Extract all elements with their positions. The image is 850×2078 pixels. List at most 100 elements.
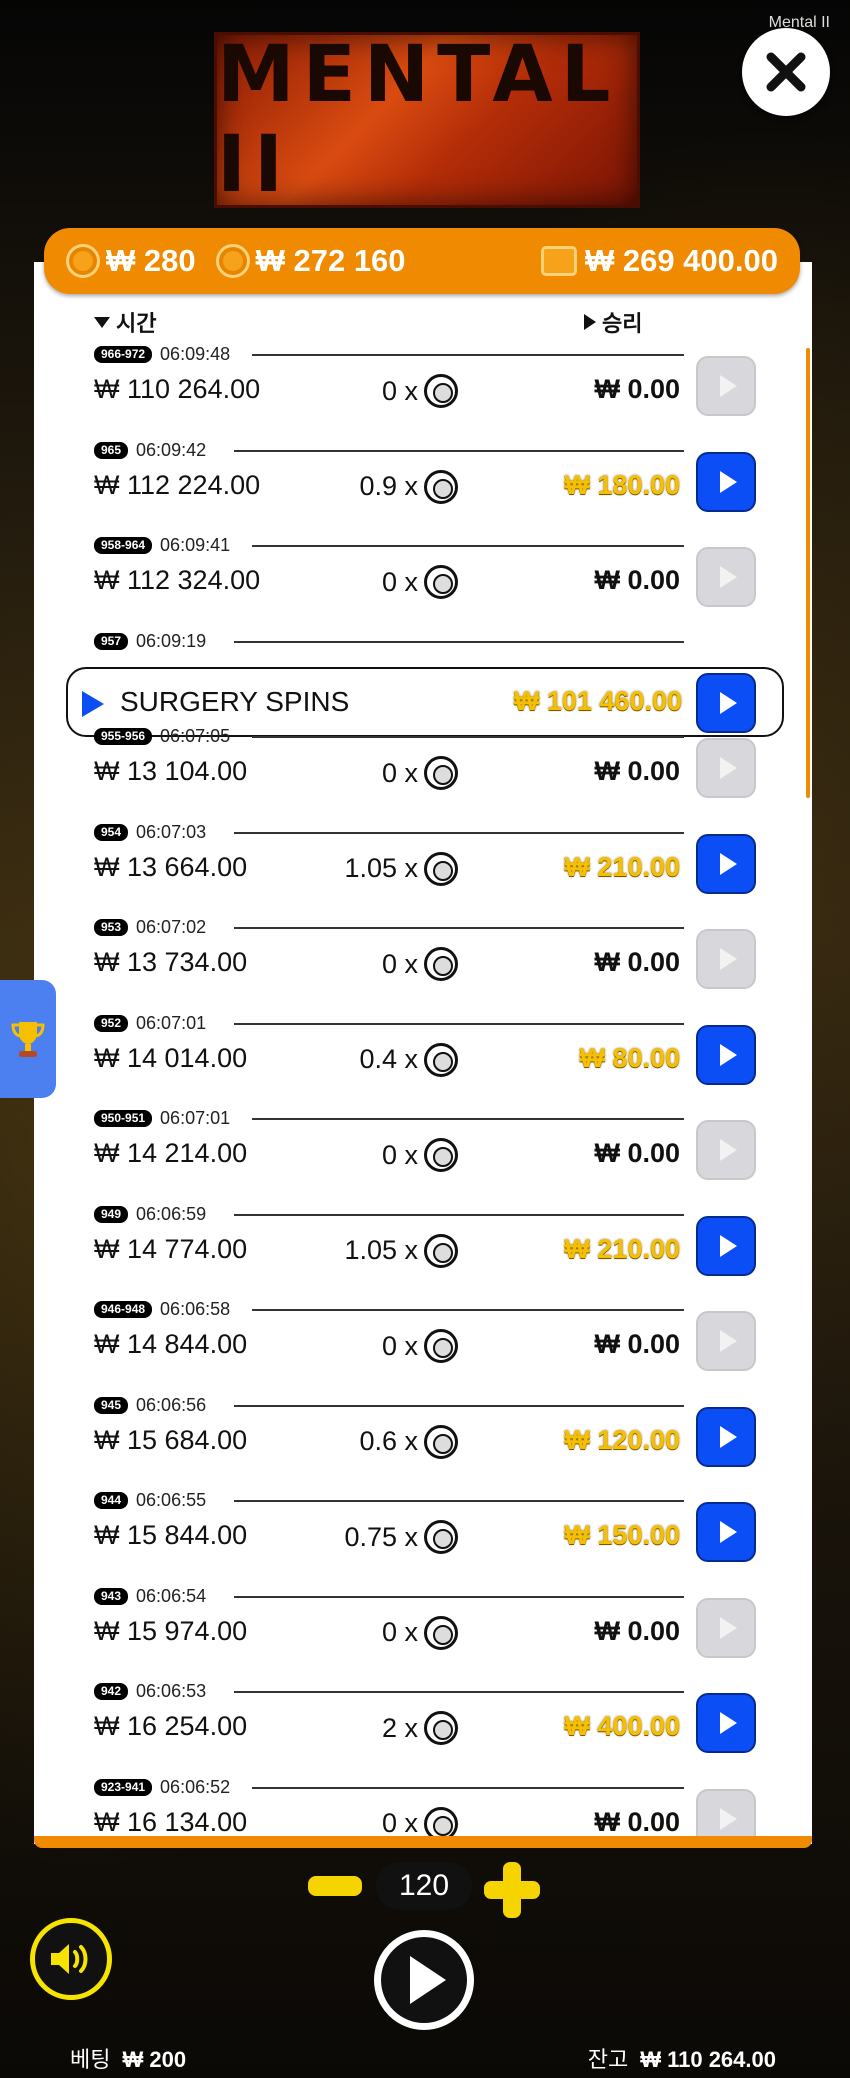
coin-icon [424, 565, 458, 599]
row-divider [252, 1786, 684, 1789]
round-balance: ₩ 16 254.00 [94, 1711, 248, 1741]
multiplier-value: 0 x [381, 1808, 418, 1836]
round-multiplier: 0 x [382, 947, 458, 981]
replay-button[interactable] [696, 451, 756, 512]
history-row: 945 06:06:56 ₩ 15 684.00 0.6 x ₩ 120.00 [34, 1391, 812, 1487]
round-time: 06:07:05 [160, 726, 231, 746]
replay-button[interactable] [696, 1406, 756, 1467]
round-id-badge: 923-941 [94, 1778, 153, 1796]
play-icon [719, 852, 737, 875]
row-divider [234, 1691, 684, 1693]
trophy-tab[interactable] [0, 980, 56, 1098]
bet-value: ₩ 200 [122, 2047, 187, 2072]
history-topbar: ₩ 280 ₩ 272 160 ₩ 269 400.00 [44, 228, 800, 294]
spin-button[interactable] [374, 1930, 474, 2030]
round-win: ₩ 101 460.00 [513, 685, 682, 716]
row-divider [234, 1404, 684, 1407]
round-id-badge: 946-948 [94, 1301, 153, 1318]
history-row: 952 06:07:01 ₩ 14 014.00 0.4 x ₩ 80.00 [34, 1009, 812, 1105]
round-multiplier: 1.05 x [344, 1233, 458, 1268]
close-button[interactable] [742, 28, 830, 116]
time-header-label: 시간 [116, 311, 157, 336]
history-row: 942 06:06:53 ₩ 16 254.00 2 x ₩ 400.00 [34, 1677, 812, 1773]
replay-button[interactable] [696, 1693, 756, 1753]
replay-button[interactable] [696, 1788, 756, 1836]
replay-button[interactable] [696, 1024, 756, 1085]
win-header-label: 승리 [602, 311, 643, 336]
round-balance: ₩ 13 664.00 [94, 851, 248, 882]
row-meta: 949 06:06:59 [94, 1204, 206, 1225]
round-multiplier: 0 x [382, 374, 458, 408]
play-icon [719, 1712, 737, 1734]
replay-button[interactable] [696, 1597, 756, 1658]
coin-icon [424, 756, 458, 790]
history-row: 965 06:09:42 ₩ 112 224.00 0.9 x ₩ 180.00 [34, 436, 812, 532]
round-multiplier: 0 x [382, 756, 458, 790]
replay-button[interactable] [696, 1502, 756, 1562]
row-meta: 953 06:07:02 [94, 917, 206, 938]
stake-minus-button[interactable] [308, 1876, 362, 1896]
column-headers: 시간 승리 [94, 306, 694, 336]
coin-icon [424, 469, 458, 504]
round-id-badge: 949 [94, 1205, 129, 1223]
multiplier-value: 0.6 x [359, 1426, 418, 1456]
history-row: 966-972 06:09:48 ₩ 110 264.00 0 x ₩ 0.00 [34, 340, 812, 436]
coin-icon [424, 947, 458, 981]
row-meta: 965 06:09:42 [94, 440, 206, 461]
coin-icon [424, 851, 458, 886]
row-divider [252, 545, 684, 547]
multiplier-value: 0 x [381, 757, 418, 788]
play-icon [719, 1616, 737, 1639]
scrollbar[interactable] [806, 348, 810, 798]
expand-icon [82, 690, 104, 717]
history-row: 955-956 06:07:05 ₩ 13 104.00 0 x ₩ 0.00 [34, 722, 812, 818]
history-row: 946-948 06:06:58 ₩ 14 844.00 0 x ₩ 0.00 [34, 1295, 812, 1391]
sort-down-icon [94, 316, 110, 328]
round-balance: ₩ 13 104.00 [94, 756, 248, 786]
replay-button[interactable] [696, 929, 756, 989]
round-multiplier: 0.75 x [344, 1520, 458, 1554]
round-id-badge: 966-972 [94, 346, 153, 363]
replay-button[interactable] [696, 1120, 756, 1180]
replay-button[interactable] [696, 356, 756, 416]
coin-icon [424, 1042, 458, 1077]
sound-button[interactable] [30, 1918, 112, 2000]
replay-button[interactable] [696, 738, 756, 798]
round-time: 06:09:19 [136, 630, 207, 651]
panel-bottom-bar [34, 1836, 812, 1848]
win-sort-header[interactable]: 승리 [584, 306, 642, 338]
coin-icon [424, 1138, 458, 1172]
history-row: 944 06:06:55 ₩ 15 844.00 0.75 x ₩ 150.00 [34, 1486, 812, 1582]
round-time: 06:09:42 [136, 439, 207, 460]
round-time: 06:06:54 [136, 1585, 207, 1606]
total-value: ₩ 272 160 [255, 243, 406, 278]
multiplier-value: 0 x [381, 375, 418, 406]
coin-icon [424, 1711, 458, 1745]
round-id-badge: 953 [94, 919, 129, 936]
multiplier-value: 1.05 x [344, 853, 418, 883]
round-id-badge: 950-951 [94, 1110, 153, 1127]
row-divider [234, 1022, 684, 1025]
multiplier-value: 0 x [381, 948, 418, 979]
round-win: ₩ 180.00 [564, 469, 680, 500]
wallet-icon [540, 246, 577, 276]
round-balance: ₩ 14 214.00 [94, 1138, 248, 1168]
round-multiplier: 0 x [381, 1806, 458, 1836]
round-balance: ₩ 14 014.00 [94, 1042, 248, 1073]
stake-plus-button[interactable] [484, 1862, 540, 1918]
close-icon [766, 52, 806, 92]
row-divider [234, 1500, 684, 1502]
round-win: ₩ 0.00 [594, 374, 680, 404]
history-list[interactable]: 966-972 06:09:48 ₩ 110 264.00 0 x ₩ 0.00 965 0… [34, 340, 812, 1836]
row-meta: 966-972 06:09:48 [94, 344, 230, 365]
round-win: ₩ 0.00 [594, 947, 680, 977]
round-time: 06:06:55 [136, 1490, 207, 1510]
round-time: 06:07:01 [136, 1012, 207, 1033]
replay-button[interactable] [696, 833, 756, 894]
replay-button[interactable] [696, 547, 756, 607]
play-icon [719, 1043, 737, 1066]
replay-button[interactable] [696, 1215, 756, 1276]
replay-button[interactable] [696, 1311, 756, 1371]
time-sort-header[interactable]: 시간 [94, 306, 156, 338]
row-divider [252, 736, 684, 738]
